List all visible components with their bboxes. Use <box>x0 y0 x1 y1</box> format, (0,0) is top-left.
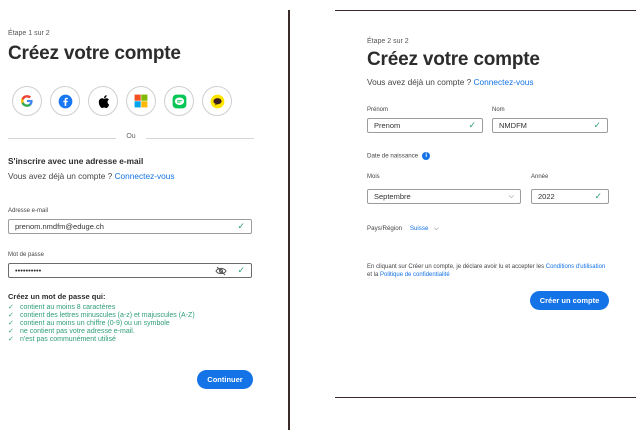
or-separator: Ou <box>8 132 254 144</box>
line-login-button[interactable] <box>164 86 194 116</box>
password-field[interactable]: •••••••••• ✓ <box>8 263 252 278</box>
check-icon: ✓ <box>237 265 245 275</box>
check-icon: ✓ <box>593 120 601 130</box>
have-account-label: Vous avez déjà un compte ? <box>367 77 472 87</box>
social-login-row <box>12 86 232 116</box>
month-value: Septembre <box>374 192 411 201</box>
check-icon: ✓ <box>8 304 14 311</box>
have-account-text: Vous avez déjà un compte ? Connectez-vou… <box>8 171 175 181</box>
first-name-field[interactable]: Prenom ✓ <box>367 118 483 133</box>
check-icon: ✓ <box>468 120 476 130</box>
password-rules-list: ✓ contient au moins 8 caractères ✓ contien… <box>8 304 195 344</box>
kakaotalk-login-button[interactable] <box>202 86 232 116</box>
signup-step-1-panel: Étape 1 sur 2 Créez votre compte Ou S'in… <box>0 0 272 430</box>
list-item: ✓ contient des lettres minuscules (a-z) e… <box>8 312 195 319</box>
apple-icon <box>98 94 109 108</box>
password-rules-title: Créez un mot de passe qui: <box>8 292 106 301</box>
email-value: prenom.nmdfm@eduge.ch <box>15 222 104 231</box>
email-field[interactable]: prenom.nmdfm@eduge.ch ✓ <box>8 219 252 234</box>
chevron-down-icon: ⌵ <box>508 192 514 200</box>
privacy-link[interactable]: Politique de confidentialité <box>380 272 450 278</box>
country-picker[interactable]: Suisse ⌵ <box>410 225 439 232</box>
password-value: •••••••••• <box>15 266 42 275</box>
month-label: Mois <box>367 174 380 180</box>
page-title: Créez votre compte <box>367 49 540 70</box>
country-label: Pays/Région <box>367 225 403 232</box>
country-row: Pays/Région Suisse ⌵ <box>367 225 439 233</box>
panel-divider <box>288 10 290 430</box>
have-account-label: Vous avez déjà un compte ? <box>8 171 113 181</box>
line-icon <box>172 94 186 108</box>
month-select[interactable]: Septembre ⌵ <box>367 189 521 204</box>
terms-link[interactable]: Conditions d'utilisation <box>546 264 606 270</box>
microsoft-icon <box>134 94 148 108</box>
last-name-field[interactable]: NMDFM ✓ <box>492 118 608 133</box>
year-label: Année <box>531 174 549 180</box>
list-item: ✓ contient au moins 8 caractères <box>8 304 116 311</box>
facebook-icon <box>58 94 72 108</box>
signin-link[interactable]: Connectez-vous <box>115 171 175 181</box>
create-account-button[interactable]: Créer un compte <box>530 291 609 310</box>
email-label: Adresse e-mail <box>8 208 49 214</box>
chevron-down-icon: ⌵ <box>434 225 439 232</box>
country-value: Suisse <box>409 225 429 232</box>
have-account-text: Vous avez déjà un compte ? Connectez-vou… <box>367 77 534 87</box>
signup-step-2-panel: Étape 2 sur 2 Créez votre compte Vous av… <box>335 10 636 398</box>
signin-link[interactable]: Connectez-vous <box>474 77 534 87</box>
list-item: ✓ ne contient pas votre adresse e-mail. <box>8 328 135 335</box>
check-icon: ✓ <box>8 312 14 319</box>
check-icon: ✓ <box>8 336 14 343</box>
check-icon: ✓ <box>594 191 602 201</box>
check-icon: ✓ <box>237 221 245 231</box>
list-item: ✓ contient au moins un chiffre (0-9) ou u… <box>8 320 170 327</box>
hide-password-icon[interactable] <box>215 266 228 276</box>
email-signup-heading: S'inscrire avec une adresse e-mail <box>8 156 144 166</box>
page-title: Créez votre compte <box>8 43 181 64</box>
year-value: 2022 <box>538 192 555 201</box>
last-name-label: Nom <box>492 107 505 113</box>
info-icon[interactable]: i <box>422 152 431 160</box>
apple-login-button[interactable] <box>88 86 118 116</box>
terms-text: En cliquant sur Créer un compte, je décl… <box>367 264 606 278</box>
google-login-button[interactable] <box>12 86 42 116</box>
facebook-login-button[interactable] <box>50 86 80 116</box>
step-indicator: Étape 2 sur 2 <box>367 38 409 45</box>
year-field[interactable]: 2022 ✓ <box>531 189 609 204</box>
step-indicator: Étape 1 sur 2 <box>8 30 50 37</box>
first-name-label: Prénom <box>367 107 389 113</box>
check-icon: ✓ <box>8 328 14 335</box>
microsoft-login-button[interactable] <box>126 86 156 116</box>
list-item: ✓ n'est pas communément utilisé <box>8 336 116 343</box>
password-label: Mot de passe <box>8 252 45 258</box>
continue-button[interactable]: Continuer <box>197 370 253 389</box>
kakaotalk-icon <box>210 94 224 108</box>
first-name-value: Prenom <box>374 121 401 130</box>
last-name-value: NMDFM <box>499 121 527 130</box>
dob-label: Date de naissance i <box>367 152 431 160</box>
check-icon: ✓ <box>8 320 14 327</box>
separator-line-right <box>146 138 254 139</box>
google-icon <box>20 95 33 107</box>
